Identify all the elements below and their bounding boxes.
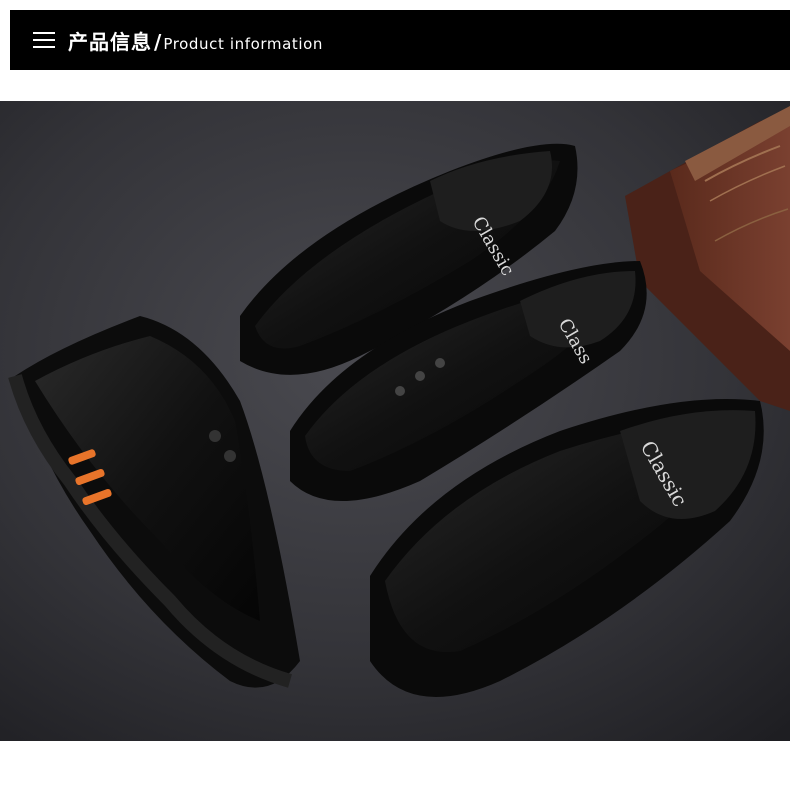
hamburger-menu-icon[interactable]: [33, 32, 55, 48]
title-separator: /: [154, 30, 162, 54]
title-english: Product information: [163, 35, 324, 53]
title-chinese: 产品信息: [68, 30, 152, 54]
header-bar: 产品信息 / Product information: [10, 10, 790, 70]
section-title: 产品信息 / Product information: [68, 26, 323, 55]
product-photo: Classic Class Classic: [0, 101, 790, 741]
